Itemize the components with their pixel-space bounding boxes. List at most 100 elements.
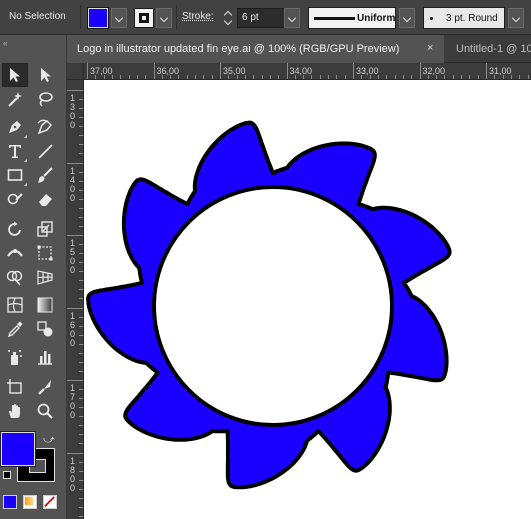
line-segment-tool[interactable] — [32, 139, 58, 163]
ruler-minor-tick — [120, 75, 122, 79]
slice-knife-icon — [38, 380, 51, 395]
divider — [176, 5, 177, 29]
perspective-grid-tool[interactable] — [32, 265, 58, 289]
ruler-major-tick — [153, 63, 155, 79]
ruler-tick-label: 31,00 — [489, 66, 512, 76]
symbol-sprayer-tool[interactable] — [2, 345, 28, 369]
ruler-minor-tick — [79, 189, 83, 191]
ruler-minor-tick — [294, 75, 296, 79]
variable-width-profile-select[interactable]: Uniform — [308, 7, 396, 29]
profile-label: Uniform — [357, 13, 396, 24]
brush-dropdown-chevron-icon[interactable] — [508, 8, 524, 28]
ruler-minor-tick — [211, 75, 213, 79]
document-tab-bar: Logo in illustrator updated fin eye.ai @… — [67, 35, 531, 63]
document-tab-untitled[interactable]: Untitled-1 @ 100% (RGB/GPU Preview) — [446, 35, 531, 63]
gradient-swatch-icon — [24, 496, 34, 506]
none-slash-icon — [44, 496, 55, 507]
ruler-minor-tick — [452, 75, 454, 79]
ruler-minor-tick — [527, 75, 529, 79]
paintbrush-icon — [37, 167, 53, 183]
free-transform-tool[interactable] — [32, 241, 58, 265]
panel-grip-icon[interactable]: « — [3, 39, 8, 48]
vertical-ruler[interactable]: 1300 1400 1500 1600 1700 1800 — [67, 80, 84, 519]
artboard-tool[interactable] — [2, 375, 28, 399]
zoom-tool[interactable] — [32, 399, 58, 423]
horizontal-ruler[interactable]: 37,00 36,00 35,00 34,00 33,00 32,00 31,00 — [84, 63, 531, 80]
blend-tool[interactable] — [32, 317, 58, 341]
ruler-minor-tick — [79, 461, 83, 463]
rotate-tool[interactable] — [2, 217, 28, 241]
magic-wand-tool[interactable] — [2, 87, 28, 111]
stroke-weight-input[interactable]: 6 pt — [237, 8, 285, 28]
ruler-minor-tick — [79, 280, 83, 282]
color-mode-icon[interactable] — [3, 495, 17, 509]
ruler-minor-tick — [186, 75, 188, 79]
ruler-minor-tick — [161, 75, 163, 79]
fill-dropdown-chevron-icon[interactable] — [111, 8, 127, 28]
artboard-canvas[interactable] — [84, 80, 531, 519]
ruler-major-tick — [87, 63, 88, 79]
direct-selection-arrow-icon — [41, 68, 51, 82]
mesh-icon — [7, 297, 23, 313]
fill-color-box[interactable] — [0, 431, 36, 467]
ruler-minor-tick — [79, 497, 83, 499]
inner-circle[interactable] — [152, 185, 394, 427]
direct-selection-tool[interactable] — [32, 63, 58, 87]
gradient-tool[interactable] — [32, 293, 58, 317]
shape-builder-tool[interactable] — [2, 265, 28, 289]
mesh-tool[interactable] — [2, 293, 28, 317]
sun-ring-artwork[interactable] — [84, 80, 531, 519]
profile-dropdown-chevron-icon[interactable] — [399, 8, 415, 28]
ruler-major-tick — [353, 63, 354, 79]
ruler-minor-tick — [502, 75, 504, 79]
ruler-minor-tick — [79, 117, 83, 119]
stroke-panel-link[interactable]: Stroke: — [182, 11, 214, 22]
slice-tool[interactable] — [32, 375, 58, 399]
ruler-major-tick — [67, 380, 83, 381]
scale-tool[interactable] — [32, 217, 58, 241]
document-tab-active[interactable]: Logo in illustrator updated fin eye.ai @… — [67, 35, 444, 63]
stroke-color-swatch[interactable] — [134, 8, 154, 28]
ruler-minor-tick — [377, 75, 379, 79]
none-mode-icon[interactable] — [43, 495, 57, 509]
ruler-minor-tick — [278, 75, 280, 79]
shaper-tool[interactable] — [2, 187, 28, 211]
ruler-minor-tick — [79, 262, 83, 264]
brush-definition-select[interactable]: 3 pt. Round — [423, 7, 505, 29]
ruler-minor-tick — [79, 434, 83, 436]
ruler-minor-tick — [79, 398, 83, 400]
type-tool[interactable] — [2, 139, 28, 163]
curvature-tool[interactable] — [32, 115, 58, 139]
ruler-minor-tick — [361, 75, 363, 79]
selection-tool[interactable] — [2, 63, 28, 87]
divider — [80, 5, 81, 29]
ruler-minor-tick — [178, 75, 180, 79]
width-tool[interactable] — [2, 241, 28, 265]
swap-fill-stroke-icon[interactable]: ⤻ — [43, 434, 55, 447]
close-icon[interactable]: × — [427, 42, 433, 54]
stroke-weight-dropdown-chevron-icon[interactable] — [284, 8, 300, 28]
ruler-minor-tick — [103, 75, 105, 79]
paintbrush-tool[interactable] — [32, 163, 58, 187]
column-graph-tool[interactable] — [32, 345, 58, 369]
free-transform-icon — [37, 245, 53, 261]
artboard-icon — [7, 379, 22, 394]
default-fill-stroke-icon[interactable] — [3, 471, 11, 479]
ruler-minor-tick — [136, 75, 138, 79]
hand-tool[interactable] — [2, 399, 28, 423]
ruler-minor-tick — [79, 370, 83, 372]
ruler-minor-tick — [79, 407, 83, 409]
ruler-minor-tick — [269, 75, 271, 79]
eyedropper-tool[interactable] — [2, 317, 28, 341]
ruler-minor-tick — [244, 75, 246, 79]
rectangle-tool[interactable] — [2, 163, 28, 187]
chevron-down-icon[interactable] — [223, 16, 233, 26]
ruler-origin[interactable] — [67, 63, 84, 80]
lasso-tool[interactable] — [32, 87, 58, 111]
stroke-dropdown-chevron-icon[interactable] — [156, 8, 172, 28]
gradient-mode-icon[interactable] — [23, 495, 37, 509]
pen-tool[interactable] — [2, 115, 28, 139]
stroke-weight-stepper[interactable] — [221, 7, 237, 29]
eraser-tool[interactable] — [32, 187, 58, 211]
fill-color-swatch[interactable] — [87, 7, 109, 29]
